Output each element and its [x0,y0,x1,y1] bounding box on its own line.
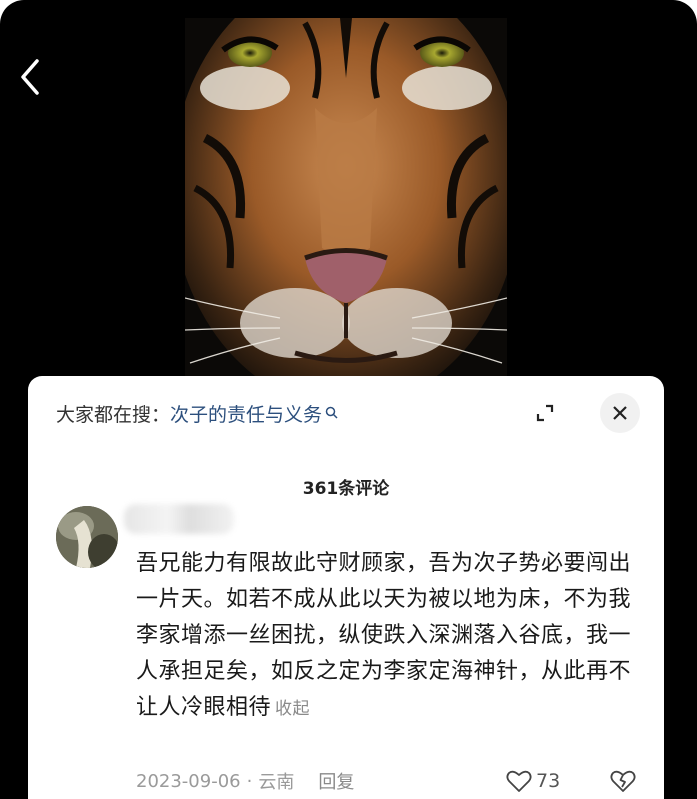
tiger-image [185,18,507,390]
dislike-button[interactable] [610,766,636,796]
username-blurred [124,504,234,534]
like-button[interactable]: 73 [506,766,560,796]
comment-date: 2023-09-06 [136,770,241,792]
avatar[interactable] [56,506,118,568]
search-prefix: 大家都在搜： [56,403,171,426]
like-count: 73 [536,770,561,792]
expand-button[interactable] [528,396,562,430]
chevron-left-icon [21,59,39,95]
expand-icon [536,404,554,422]
comment-text: 吾兄能力有限故此守财顾家，吾为次子势必要闯出一片天。如若不成从此以天为被以地为床… [136,551,632,720]
broken-heart-icon [610,770,636,792]
comment-sheet: 大家都在搜： 次子的责任与义务 361条评论 吾兄能力有限故此守财顾家，吾为次子… [28,376,664,799]
search-icon [325,406,339,420]
collapse-link[interactable]: 收起 [275,699,310,719]
search-query-link[interactable]: 次子的责任与义务 [170,400,322,427]
comment-meta: 2023-09-06 · 云南 回复 73 [136,766,636,796]
comment-location: 云南 [258,772,295,793]
reply-button[interactable]: 回复 [318,768,354,794]
comment-body: 吾兄能力有限故此守财顾家，吾为次子势必要闯出一片天。如若不成从此以天为被以地为床… [136,546,636,727]
video-screen: 大家都在搜： 次子的责任与义务 361条评论 吾兄能力有限故此守财顾家，吾为次子… [0,0,697,799]
heart-icon [506,770,532,792]
search-suggestion[interactable]: 大家都在搜： 次子的责任与义务 [56,396,339,430]
close-icon [613,406,627,420]
close-button[interactable] [600,393,640,433]
meta-separator: · [246,770,253,792]
back-button[interactable] [10,52,50,102]
comment-count: 361条评论 [302,479,390,499]
